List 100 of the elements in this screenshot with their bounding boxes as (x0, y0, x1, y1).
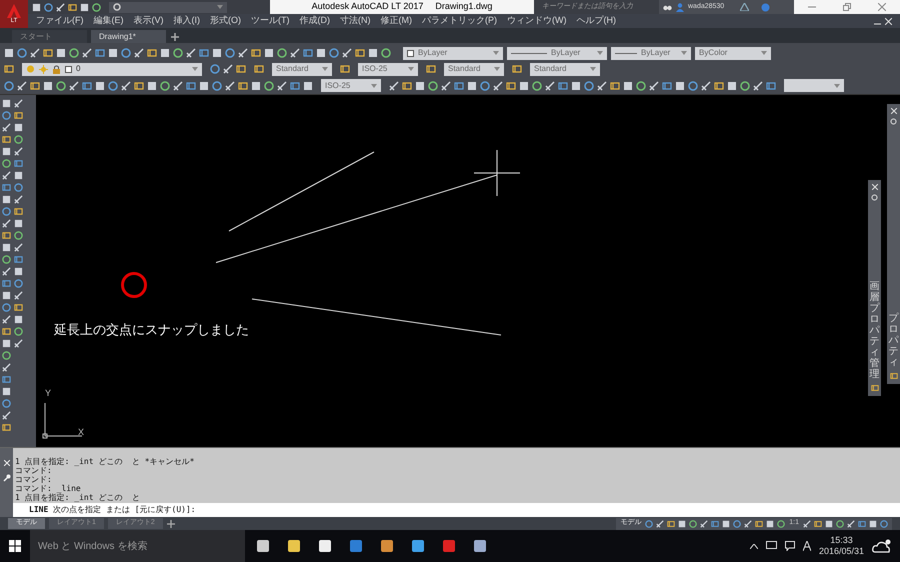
taskbar-app-icon[interactable] (410, 538, 426, 554)
toolbar-icon[interactable] (480, 80, 490, 91)
palette-title[interactable]: プロパティ (888, 313, 898, 368)
menu-item[interactable]: ツール(T) (251, 14, 290, 28)
toolbar-icon[interactable] (584, 80, 594, 91)
add-tab-icon[interactable] (170, 32, 180, 42)
toolbar-icon[interactable] (290, 48, 300, 58)
toolbar-icon[interactable] (753, 80, 763, 91)
toolbar-icon[interactable] (17, 48, 27, 58)
toolbar-icon[interactable] (329, 48, 339, 58)
toolbar-icon[interactable] (4, 64, 14, 74)
toolbar-icon[interactable] (14, 303, 23, 312)
toolbar-icon[interactable] (223, 64, 233, 74)
toolbar-icon[interactable] (610, 80, 620, 91)
toolbar-icon[interactable] (467, 80, 477, 91)
toolbar-icon[interactable] (14, 243, 23, 252)
dimension-style-dropdown[interactable]: ISO-25 (358, 62, 418, 76)
toolbar-icon[interactable] (43, 80, 53, 91)
toolbar-icon[interactable] (69, 48, 79, 58)
toolbar-icon[interactable] (147, 48, 157, 58)
toolbar-icon[interactable] (236, 64, 246, 74)
toolbar-icon[interactable] (2, 363, 11, 372)
toolbar-icon[interactable] (316, 48, 326, 58)
toolbar-icon[interactable] (264, 48, 274, 58)
toolbar-icon[interactable] (264, 80, 274, 91)
toolbar-icon[interactable] (186, 48, 196, 58)
toolbar-icon[interactable] (95, 80, 105, 91)
toolbar-icon[interactable] (108, 48, 118, 58)
toolbar-icon[interactable] (597, 80, 607, 91)
menu-item[interactable]: 修正(M) (380, 14, 412, 28)
toolbar-icon[interactable] (277, 48, 287, 58)
toolbar-icon[interactable] (68, 2, 77, 12)
toolbar-icon[interactable] (740, 80, 750, 91)
taskbar-app-icon[interactable] (286, 538, 302, 554)
toolbar-icon[interactable] (2, 315, 11, 324)
toolbar-icon[interactable] (17, 80, 27, 91)
toolbar-icon[interactable] (14, 291, 23, 300)
dimension-style-dropdown[interactable]: ISO-25 (321, 79, 381, 92)
caret-up-icon[interactable] (750, 544, 758, 548)
toolbar-icon[interactable] (381, 48, 391, 58)
palette-strip[interactable]: プロパティ (887, 104, 900, 384)
menu-item[interactable]: 作成(D) (300, 14, 330, 28)
text-style-dropdown[interactable]: Standard (272, 62, 332, 76)
toolbar-icon[interactable] (2, 219, 11, 228)
menu-item[interactable]: 寸法(N) (340, 14, 370, 28)
lock-icon[interactable] (52, 64, 61, 74)
toolbar-icon[interactable] (2, 423, 11, 432)
menu-item[interactable]: 表示(V) (134, 14, 164, 28)
view-dropdown[interactable] (784, 79, 844, 92)
menu-item[interactable]: 形式(O) (210, 14, 241, 28)
toolbar-icon[interactable] (532, 80, 542, 91)
toolbar-icon[interactable] (2, 123, 11, 132)
toolbar-icon[interactable] (14, 339, 23, 348)
toolbar-icon[interactable] (623, 80, 633, 91)
toolbar-icon[interactable] (14, 147, 23, 156)
toolbar-icon[interactable] (755, 520, 764, 528)
toolbar-icon[interactable] (82, 48, 92, 58)
taskbar-app-icon[interactable] (317, 538, 333, 554)
toolbar-icon[interactable] (814, 520, 822, 528)
taskbar-app-icon[interactable] (255, 538, 271, 554)
toolbar-icon[interactable] (82, 80, 92, 91)
toolbar-icon[interactable] (277, 80, 287, 91)
toolbar-icon[interactable] (210, 64, 220, 74)
toolbar-icon[interactable] (890, 372, 898, 380)
toolbar-icon[interactable] (108, 80, 118, 91)
restore-icon[interactable] (842, 3, 851, 11)
toolbar-icon[interactable] (512, 64, 522, 74)
toolbar-icon[interactable] (212, 80, 222, 91)
toolbar-icon[interactable] (14, 207, 23, 216)
taskbar-search-field[interactable]: Web と Windows を検索 (30, 530, 245, 562)
toolbar-icon[interactable] (340, 64, 350, 74)
toolbar-icon[interactable] (519, 80, 529, 91)
toolbar-icon[interactable] (454, 80, 464, 91)
palette-strip[interactable]: 画層プロパティ管理 (868, 180, 881, 396)
toolbar-icon[interactable] (415, 80, 425, 91)
input-method-icon[interactable] (802, 541, 811, 551)
notification-icon[interactable] (784, 541, 795, 551)
taskbar-app-icon[interactable] (379, 538, 395, 554)
gear-icon[interactable] (871, 194, 878, 201)
toolbar-icon[interactable] (700, 520, 708, 528)
toolbar-icon[interactable] (675, 80, 685, 91)
toolbar-icon[interactable] (173, 48, 183, 58)
file-tab[interactable]: Drawing1* (91, 30, 166, 43)
toolbar-icon[interactable] (803, 520, 811, 528)
gear-icon[interactable] (890, 118, 897, 125)
toolbar-icon[interactable] (69, 80, 79, 91)
toolbar-icon[interactable] (636, 80, 646, 91)
toolbar-icon[interactable] (2, 135, 11, 144)
toolbar-icon[interactable] (30, 48, 40, 58)
menu-item[interactable]: 編集(E) (94, 14, 124, 28)
workspace-dropdown[interactable] (109, 2, 227, 12)
toolbar-icon[interactable] (714, 80, 724, 91)
property-dropdown[interactable]: ByLayer (611, 46, 691, 60)
layer-dropdown[interactable]: 0 (22, 62, 202, 76)
toolbar-icon[interactable] (649, 80, 659, 91)
toolbar-icon[interactable] (14, 195, 23, 204)
toolbar-icon[interactable] (558, 80, 568, 91)
file-tab[interactable]: スタート (12, 30, 87, 43)
toolbar-icon[interactable] (43, 48, 53, 58)
toolbar-icon[interactable] (251, 48, 261, 58)
